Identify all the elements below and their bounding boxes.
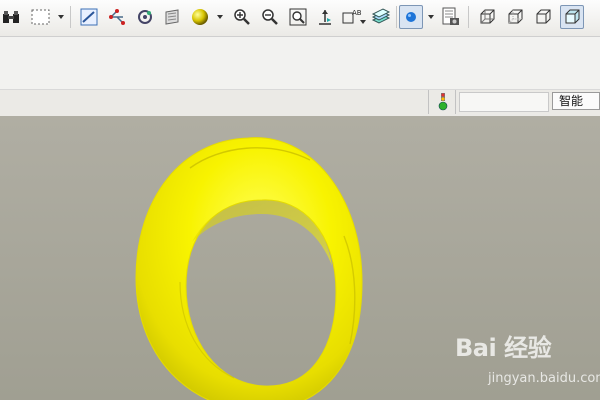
- saved-view-icon[interactable]: [440, 6, 462, 28]
- status-divider: [428, 90, 429, 114]
- dropdown-arrow-icon[interactable]: [217, 15, 223, 19]
- toolbar-separator: [70, 6, 71, 28]
- no-hidden-view-icon[interactable]: [532, 6, 554, 28]
- annotation-icon[interactable]: AB: [342, 6, 364, 28]
- dropdown-arrow-icon[interactable]: [360, 20, 366, 24]
- wireframe-view-icon[interactable]: [476, 6, 498, 28]
- dropdown-arrow-icon[interactable]: [428, 15, 434, 19]
- annotation-icon-label: AB: [352, 9, 362, 17]
- sketch-icon[interactable]: [78, 6, 100, 28]
- node-path-icon[interactable]: [106, 6, 128, 28]
- zoom-fit-icon[interactable]: [287, 6, 309, 28]
- binoculars-icon[interactable]: [0, 6, 22, 28]
- watermark-url: jingyan.baidu.com: [488, 371, 600, 386]
- selection-box-icon[interactable]: [28, 6, 54, 28]
- sphere-shading-icon[interactable]: [189, 6, 211, 28]
- toolbar-separator: [468, 6, 469, 28]
- status-field: [459, 92, 549, 112]
- mode-select[interactable]: 智能: [552, 92, 600, 110]
- dropdown-arrow-icon[interactable]: [58, 15, 64, 19]
- status-divider: [455, 90, 456, 114]
- settings-icon[interactable]: [134, 6, 156, 28]
- zoom-in-icon[interactable]: [231, 6, 253, 28]
- toolbar-separator: [396, 6, 397, 28]
- toolbar-band: [0, 37, 600, 89]
- spin-center-icon[interactable]: [399, 5, 423, 29]
- hidden-line-view-icon[interactable]: [504, 6, 526, 28]
- appearance-icon[interactable]: [161, 6, 183, 28]
- shaded-view-icon[interactable]: [560, 5, 584, 29]
- watermark-logo: Bai 经验: [455, 334, 552, 362]
- layers-icon[interactable]: [370, 6, 392, 28]
- status-light-icon[interactable]: [436, 92, 450, 112]
- datum-plane-icon[interactable]: [314, 6, 336, 28]
- zoom-out-icon[interactable]: [259, 6, 281, 28]
- main-toolbar: AB: [0, 0, 600, 37]
